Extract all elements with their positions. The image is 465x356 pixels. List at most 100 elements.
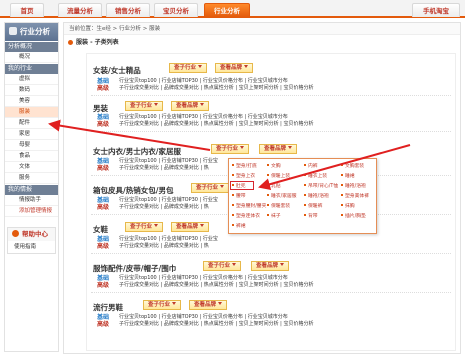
advanced-links[interactable]: 子行业成交量对比 | 品牌成交量对比 | 热点属性分析 | 宝贝上架时间分析 |…: [119, 85, 313, 92]
advanced-links[interactable]: 子行业成交量对比 | 品牌成交量对比 | 热: [119, 243, 209, 250]
dropdown-item-label: 裤裙: [236, 224, 246, 229]
advanced-links[interactable]: 子行业成交量对比 | 品牌成交量对比 | 热: [119, 165, 209, 172]
dropdown-item[interactable]: 塑身腰封/腰夹: [232, 202, 266, 209]
dropdown-item[interactable]: 塑身/打底: [232, 162, 257, 169]
dropdown-item[interactable]: 保暖上装: [267, 172, 290, 179]
dropdown-item[interactable]: 裤裙: [232, 222, 246, 229]
user-guide-link[interactable]: 使用指南: [8, 241, 55, 253]
sidebar-item-home[interactable]: 家居: [5, 129, 58, 140]
dropdown-item[interactable]: 睡袍/浴袍: [341, 182, 366, 189]
dropdown-item-label: 塑身上衣: [236, 174, 256, 179]
sidebar-item-baby[interactable]: 母婴: [5, 140, 58, 151]
dropdown-item[interactable]: 袜子: [267, 212, 281, 219]
bullet-icon: [267, 164, 269, 166]
button-label: 查看品牌: [176, 224, 199, 230]
sub-industry-button[interactable]: 查子行业: [125, 101, 164, 111]
tab-traffic[interactable]: 流量分析: [58, 3, 102, 17]
sub-industry-button[interactable]: 查子行业: [191, 183, 230, 193]
advanced-links[interactable]: 子行业成交量对比 | 品牌成交量对比 | 热: [119, 204, 209, 211]
sidebar-item-sports[interactable]: 文体: [5, 162, 58, 173]
tab-sales[interactable]: 销售分析: [106, 3, 150, 17]
sidebar-section-my-industry[interactable]: 我的行业: [5, 64, 58, 74]
sub-industry-button[interactable]: 查子行业: [203, 261, 242, 271]
sidebar-item-add-intel[interactable]: 添加管理情报: [5, 206, 58, 217]
dropdown-item[interactable]: 背带: [304, 212, 318, 219]
sidebar-section-overview[interactable]: 分析概况: [5, 42, 58, 52]
dropdown-item-label: 睡袍/浴袍: [308, 194, 329, 199]
basic-links[interactable]: 行业宝贝top100 | 行业店铺TOP30 | 行业宝: [119, 197, 218, 204]
brand-button[interactable]: 查看品牌: [171, 222, 210, 232]
caret-down-icon: [244, 65, 249, 68]
basic-links[interactable]: 行业宝贝top100 | 行业店铺TOP30 | 行业宝: [119, 236, 218, 243]
dropdown-item[interactable]: 塑身上衣: [232, 172, 255, 179]
tab-home[interactable]: 首页: [10, 3, 44, 17]
button-label: 查看品牌: [194, 302, 217, 308]
sidebar-item-digital[interactable]: 数码: [5, 85, 58, 96]
tab-product[interactable]: 宝贝分析: [154, 3, 198, 17]
dropdown-item-label: 睡衣/家居服: [271, 194, 297, 199]
dropdown-item-label: 乳贴: [271, 184, 281, 189]
bullet-icon: [267, 204, 269, 206]
basic-tag: 基础: [97, 236, 110, 243]
dropdown-item[interactable]: 腰带: [232, 192, 246, 199]
dropdown-item[interactable]: 塑身连体衣: [232, 212, 260, 219]
brand-button[interactable]: 查看品牌: [171, 101, 210, 111]
sub-industry-button[interactable]: 查子行业: [125, 222, 164, 232]
dropdown-item[interactable]: 睡衣上装: [304, 172, 327, 179]
divider: [91, 95, 451, 96]
dropdown-item[interactable]: 抹胸: [341, 202, 355, 209]
sub-industry-button[interactable]: 查子行业: [211, 144, 250, 154]
dropdown-item[interactable]: 插片/胸垫: [341, 212, 366, 219]
dropdown-item[interactable]: 塑身美体裤: [341, 192, 369, 199]
dropdown-item[interactable]: 睡衣/家居服: [267, 192, 297, 199]
dropdown-item-label: 内裤: [308, 164, 318, 169]
caret-down-icon: [218, 302, 223, 305]
advanced-links[interactable]: 子行业成交量对比 | 品牌成交量对比 | 热点属性分析 | 宝贝上架时间分析 |…: [119, 121, 313, 128]
advanced-links[interactable]: 子行业成交量对比 | 品牌成交量对比 | 热点属性分析 | 宝贝上架时间分析 |…: [119, 321, 313, 328]
sidebar-item-beauty[interactable]: 美容: [5, 96, 58, 107]
basic-links[interactable]: 行业宝贝top100 | 行业店铺TOP30 | 行业宝贝价格分布 | 行业宝贝…: [119, 114, 288, 121]
dropdown-item[interactable]: 保暖裤: [304, 202, 322, 209]
section-header: 服装 - 子类列表: [64, 37, 460, 49]
dropdown-item[interactable]: 内裤: [304, 162, 318, 169]
bullet-icon: [304, 174, 306, 176]
basic-links[interactable]: 行业宝贝top100 | 行业店铺TOP30 | 行业宝: [119, 158, 218, 165]
dropdown-item[interactable]: 文胸: [267, 162, 281, 169]
bullet-icon: [68, 40, 73, 45]
dropdown-item[interactable]: 乳贴: [267, 182, 281, 189]
brand-button[interactable]: 查看品牌: [251, 261, 290, 271]
mobile-taobao-tab[interactable]: 手机淘宝: [412, 3, 460, 17]
dropdown-item[interactable]: 睡裙: [341, 172, 355, 179]
bullet-icon: [304, 214, 306, 216]
dropdown-item[interactable]: 保暖套装: [267, 202, 290, 209]
basic-links[interactable]: 行业宝贝top100 | 行业店铺TOP30 | 行业宝贝价格分布 | 行业宝贝…: [119, 78, 288, 85]
basic-links[interactable]: 行业宝贝top100 | 行业店铺TOP30 | 行业宝贝价格分布 | 行业宝贝…: [119, 314, 288, 321]
basic-links[interactable]: 行业宝贝top100 | 行业店铺TOP30 | 行业宝贝价格分布 | 行业宝贝…: [119, 275, 288, 282]
sidebar-item-service[interactable]: 服务: [5, 173, 58, 184]
sidebar-item-overview[interactable]: 概况: [5, 52, 58, 63]
button-label: 查看品牌: [264, 146, 287, 152]
dropdown-item[interactable]: 吊带/背心/T恤: [304, 182, 338, 189]
category-title: 女士内衣/男士内衣/家居服: [93, 147, 181, 156]
chart-icon: [9, 27, 17, 35]
sidebar-item-food[interactable]: 食品: [5, 151, 58, 162]
sub-industry-button[interactable]: 查子行业: [169, 63, 208, 73]
brand-button[interactable]: 查看品牌: [215, 63, 254, 73]
dropdown-item-label: 袜子: [271, 214, 281, 219]
brand-button[interactable]: 查看品牌: [189, 300, 228, 310]
sub-industry-button[interactable]: 查子行业: [143, 300, 182, 310]
caret-down-icon: [220, 185, 225, 188]
sidebar-item-apparel[interactable]: 服装: [5, 107, 58, 118]
tab-industry[interactable]: 行业分析: [204, 3, 250, 17]
sidebar-item-intel-assistant[interactable]: 情报助手: [5, 195, 58, 206]
dropdown-item[interactable]: 睡袍/浴袍: [304, 192, 329, 199]
sub-industry-dropdown: 塑身/打底 文胸 内裤 文胸套装 塑身上衣 保暖上装 睡衣上装 睡裙 肚兜 乳贴 吊带/背心/T恤睡…: [228, 158, 377, 234]
sidebar-item-virtual[interactable]: 虚拟: [5, 74, 58, 85]
advanced-tag: 高级: [97, 243, 110, 250]
brand-button[interactable]: 查看品牌: [259, 144, 298, 154]
sidebar-section-intel[interactable]: 我的情报: [5, 185, 58, 195]
advanced-links[interactable]: 子行业成交量对比 | 品牌成交量对比 | 热点属性分析 | 宝贝上架时间分析 |…: [119, 282, 313, 289]
dropdown-item[interactable]: 文胸套装: [341, 162, 364, 169]
sidebar-item-accessories[interactable]: 配件: [5, 118, 58, 129]
button-label: 查子行业: [196, 185, 219, 191]
